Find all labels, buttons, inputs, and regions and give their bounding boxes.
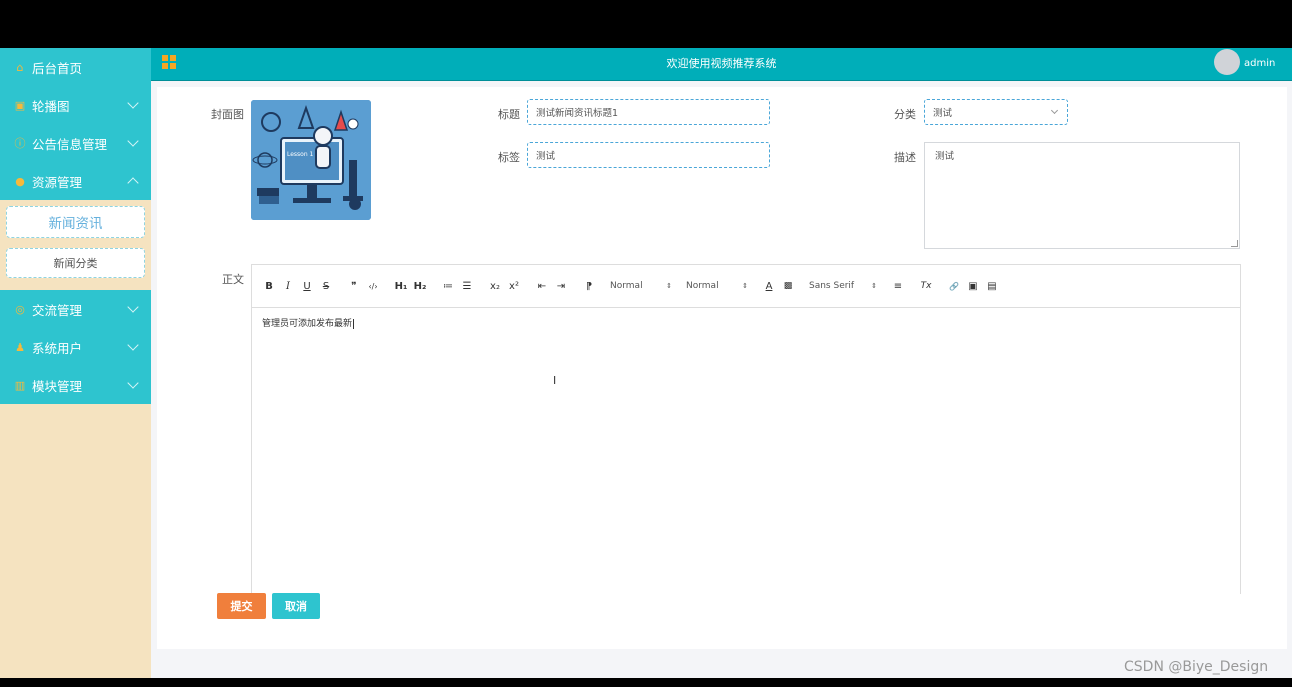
description-label: 描述 [894,151,916,164]
chevron-down-icon [1050,106,1059,115]
link-button[interactable]: 🔗 [947,279,961,293]
watermark: CSDN @Biye_Design [1124,659,1269,675]
chevron-up-icon [127,177,139,189]
subscript-button[interactable]: x₂ [488,279,502,293]
tags-label: 标签 [498,151,520,164]
description-value: 测试 [935,151,955,162]
chat-icon: ◎ [15,302,25,316]
title-input-value: 测试新闻资讯标题1 [536,108,619,119]
underline-button[interactable]: U [300,279,314,293]
screen-bottom-bar [0,678,1292,687]
module-icon: ▥ [14,378,26,392]
resources-submenu: 新闻资讯 新闻分类 [0,200,151,290]
description-textarea[interactable]: 测试 [924,142,1240,249]
submenu-item-news-category[interactable]: 新闻分类 [6,248,145,278]
header-select[interactable]: Normal ⇕ [686,281,752,291]
header-2-button[interactable]: H₂ [413,279,427,293]
cover-illustration: Lesson 1 [251,100,371,220]
cover-label: 封面图 [211,108,244,121]
category-label: 分类 [894,108,916,121]
header: 欢迎使用视频推荐系统 admin [151,48,1292,81]
updown-arrow-icon: ⇕ [742,282,748,290]
text-caret [353,319,355,329]
cover-lesson-text: Lesson 1 [287,151,314,158]
pin-icon: ● [15,174,25,188]
code-block-button[interactable]: ‹/› [366,279,380,293]
image-icon: ▣ [14,98,26,112]
submenu-item-label: 新闻分类 [53,257,98,270]
updown-arrow-icon: ⇕ [666,282,672,290]
tags-input[interactable]: 测试 [527,142,770,168]
text-color-button[interactable]: A [762,279,776,293]
text-direction-button[interactable]: ⁋ [582,279,596,293]
video-button[interactable]: ▤ [985,279,999,293]
sidebar-item-label: 公告信息管理 [32,136,108,152]
size-select-value: Normal [610,281,643,291]
sidebar-item-label: 轮播图 [32,98,70,114]
font-select[interactable]: Sans Serif ⇕ [809,281,881,291]
submit-button[interactable]: 提交 [217,593,266,619]
sidebar-item-resources[interactable]: ● 资源管理 [0,162,151,200]
indent-button[interactable]: ⇥ [554,279,568,293]
screen-top-bar [0,0,1292,48]
align-button[interactable]: ≡ [891,279,905,293]
chevron-down-icon [127,97,139,109]
page-title: 欢迎使用视频推荐系统 [666,57,777,70]
outdent-button[interactable]: ⇤ [535,279,549,293]
rich-text-editor: B I U S ❞ ‹/› H₁ H₂ ≔ ☰ x₂ x² ⇤ ⇥ ⁋ Norm… [251,264,1241,594]
user-icon: ♟ [15,340,25,354]
editor-text: 管理员可添加发布最新 [262,319,353,329]
cancel-button[interactable]: 取消 [272,593,320,619]
chevron-down-icon [127,301,139,313]
info-icon: ⓘ [14,137,26,150]
title-label: 标题 [498,108,520,121]
submenu-item-label: 新闻资讯 [48,216,103,232]
username[interactable]: admin [1244,58,1275,69]
resize-handle-icon[interactable] [1231,240,1238,247]
header-1-button[interactable]: H₁ [394,279,408,293]
cover-image[interactable]: Lesson 1 [251,100,371,220]
chevron-down-icon [127,135,139,147]
italic-button[interactable]: I [281,279,295,293]
background-color-button[interactable]: ▩ [781,279,795,293]
size-select[interactable]: Normal ⇕ [610,281,676,291]
sidebar-item-label: 模块管理 [32,378,83,394]
editor-toolbar: B I U S ❞ ‹/› H₁ H₂ ≔ ☰ x₂ x² ⇤ ⇥ ⁋ Norm… [252,265,1240,308]
sidebar-item-modules[interactable]: ▥ 模块管理 [0,366,151,404]
body-label: 正文 [222,273,244,286]
bullet-list-button[interactable]: ☰ [460,279,474,293]
sidebar-item-communication[interactable]: ◎ 交流管理 [0,290,151,328]
editor-content[interactable]: 管理员可添加发布最新 [252,308,1240,337]
category-select-value: 测试 [933,108,953,119]
ibeam-cursor-icon: I [553,374,557,387]
sidebar-item-carousel[interactable]: ▣ 轮播图 [0,86,151,124]
sidebar-item-label: 系统用户 [32,340,83,356]
sidebar: ⌂ 后台首页 ▣ 轮播图 ⓘ 公告信息管理 ● 资源管理 新闻资讯 新闻分类 ◎… [0,48,151,678]
sidebar-item-announcements[interactable]: ⓘ 公告信息管理 [0,124,151,162]
clean-format-button[interactable]: Tx [919,279,933,293]
sidebar-item-label: 交流管理 [32,302,83,318]
submenu-item-news[interactable]: 新闻资讯 [6,206,145,238]
chevron-down-icon [127,377,139,389]
sidebar-item-system-users[interactable]: ♟ 系统用户 [0,328,151,366]
sidebar-item-label: 后台首页 [32,60,83,76]
strike-button[interactable]: S [319,279,333,293]
sidebar-item-home[interactable]: ⌂ 后台首页 [0,48,151,86]
home-icon: ⌂ [16,60,24,74]
updown-arrow-icon: ⇕ [871,282,877,290]
superscript-button[interactable]: x² [507,279,521,293]
avatar[interactable] [1214,49,1240,75]
header-select-value: Normal [686,281,719,291]
image-button[interactable]: ▣ [966,279,980,293]
ordered-list-button[interactable]: ≔ [441,279,455,293]
font-select-value: Sans Serif [809,281,855,291]
category-select[interactable]: 测试 [924,99,1068,125]
chevron-down-icon [127,339,139,351]
tags-input-value: 测试 [536,151,556,162]
blockquote-button[interactable]: ❞ [347,279,361,293]
title-input[interactable]: 测试新闻资讯标题1 [527,99,770,125]
bold-button[interactable]: B [262,279,276,293]
sidebar-item-label: 资源管理 [32,174,83,190]
